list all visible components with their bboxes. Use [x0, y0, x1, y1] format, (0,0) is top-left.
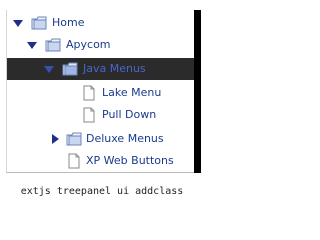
tree-node-label[interactable]: Pull Down [102, 104, 156, 126]
document-icon [83, 107, 95, 123]
folder-icon [45, 38, 61, 52]
tree-node-label[interactable]: Deluxe Menus [86, 128, 164, 150]
tree-node-label[interactable]: Home [52, 12, 84, 34]
expand-arrow-icon[interactable] [27, 42, 37, 49]
tree-node-label[interactable]: XP Web Buttons [86, 150, 174, 172]
scrollbar-edge [194, 10, 201, 173]
document-icon [68, 153, 80, 169]
folder-icon [31, 16, 47, 30]
tree-node-label[interactable]: Lake Menu [102, 82, 161, 104]
tree-panel: Home Apycom Java Menus Lake Menu Pull Do… [0, 0, 204, 176]
expand-arrow-icon[interactable] [44, 66, 54, 73]
expand-arrow-icon[interactable] [13, 20, 23, 27]
tree-node-label[interactable]: Apycom [66, 34, 111, 56]
document-icon [83, 85, 95, 101]
folder-icon [62, 62, 78, 76]
tree-node-home[interactable]: Home [7, 12, 195, 34]
collapse-arrow-icon[interactable] [52, 134, 59, 144]
tree-node-deluxe-menus[interactable]: Deluxe Menus [7, 128, 195, 150]
tree-node-label[interactable]: Java Menus [83, 58, 146, 80]
caption-text: extjs treepanel ui addclass [20, 186, 184, 197]
tree-node-java-menus[interactable]: Java Menus [7, 58, 195, 80]
tree-node-pull-down[interactable]: Pull Down [7, 104, 195, 126]
tree-view: Home Apycom Java Menus Lake Menu Pull Do… [6, 10, 195, 173]
tree-node-apycom[interactable]: Apycom [7, 34, 195, 56]
tree-node-xp-web-buttons[interactable]: XP Web Buttons [7, 150, 195, 172]
tree-node-lake-menu[interactable]: Lake Menu [7, 82, 195, 104]
folder-icon [66, 132, 82, 146]
